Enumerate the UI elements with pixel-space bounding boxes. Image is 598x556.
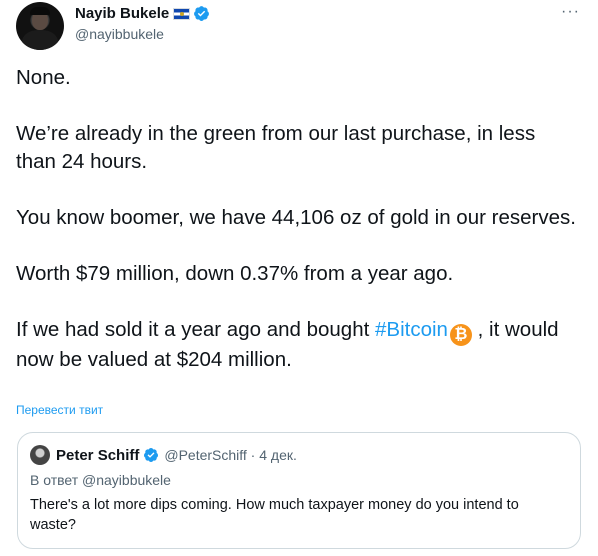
tweet-header: Nayib Bukele @nayibbukele ··· [16, 2, 590, 50]
el-salvador-flag-icon [173, 7, 191, 20]
author-handle[interactable]: @nayibbukele [75, 26, 164, 42]
avatar-body [22, 30, 58, 50]
tweet-paragraph: We’re already in the green from our last… [16, 122, 541, 173]
tweet-paragraph: Worth $79 million, down 0.37% from a yea… [16, 262, 454, 285]
author-name-row: Nayib Bukele [75, 5, 210, 22]
quoted-tweet-text: There's a lot more dips coming. How much… [30, 497, 519, 533]
author-display-name[interactable]: Nayib Bukele [75, 5, 169, 22]
bitcoin-hashtag-link[interactable]: #Bitcoin [375, 318, 448, 341]
quoted-tweet-card[interactable]: Peter Schiff @PeterSchiff · 4 дек. В отв… [17, 432, 581, 549]
tweet-paragraph: None. [16, 66, 71, 89]
avatar-cap [30, 7, 50, 15]
author-avatar[interactable] [16, 2, 64, 50]
verified-badge-icon [144, 448, 159, 462]
quoted-author-display-name: Peter Schiff [56, 446, 140, 464]
quoted-author-handle-date: @PeterSchiff · 4 дек. [164, 447, 297, 463]
tweet-text-segment: If we had sold it a year ago and bought [16, 318, 376, 341]
quoted-reply-to: В ответ @nayibbukele [30, 472, 171, 488]
verified-badge-icon [194, 6, 210, 21]
bitcoin-icon: ₿ [449, 324, 472, 346]
translate-tweet-link[interactable]: Перевести твит [16, 403, 103, 417]
tweet-paragraph: If we had sold it a year ago and bought … [16, 316, 578, 374]
quoted-tweet-header: Peter Schiff @PeterSchiff · 4 дек. [30, 445, 297, 465]
tweet-text: None. We’re already in the green from ou… [16, 64, 578, 374]
more-options-icon[interactable]: ··· [561, 2, 580, 22]
tweet-paragraph: You know boomer, we have 44,106 oz of go… [16, 206, 576, 229]
quoted-author-avatar [30, 445, 50, 465]
